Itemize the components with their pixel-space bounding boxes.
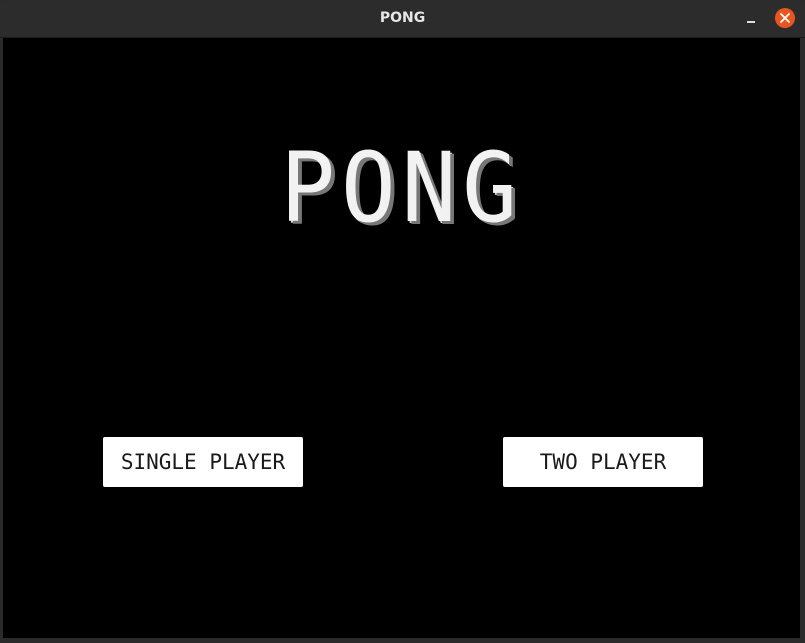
game-canvas: PONG SINGLE PLAYER TWO PLAYER	[3, 38, 800, 638]
close-button[interactable]	[775, 8, 795, 28]
two-player-button[interactable]: TWO PLAYER	[503, 437, 703, 487]
game-logo: PONG	[280, 132, 523, 244]
single-player-button[interactable]: SINGLE PLAYER	[103, 437, 303, 487]
app-window: PONG PONG SINGLE PLAYER TWO PLAYER	[0, 0, 805, 643]
minimize-button[interactable]	[741, 9, 761, 29]
title-bar[interactable]: PONG	[0, 0, 805, 38]
window-title: PONG	[379, 10, 426, 26]
close-icon	[780, 13, 790, 23]
